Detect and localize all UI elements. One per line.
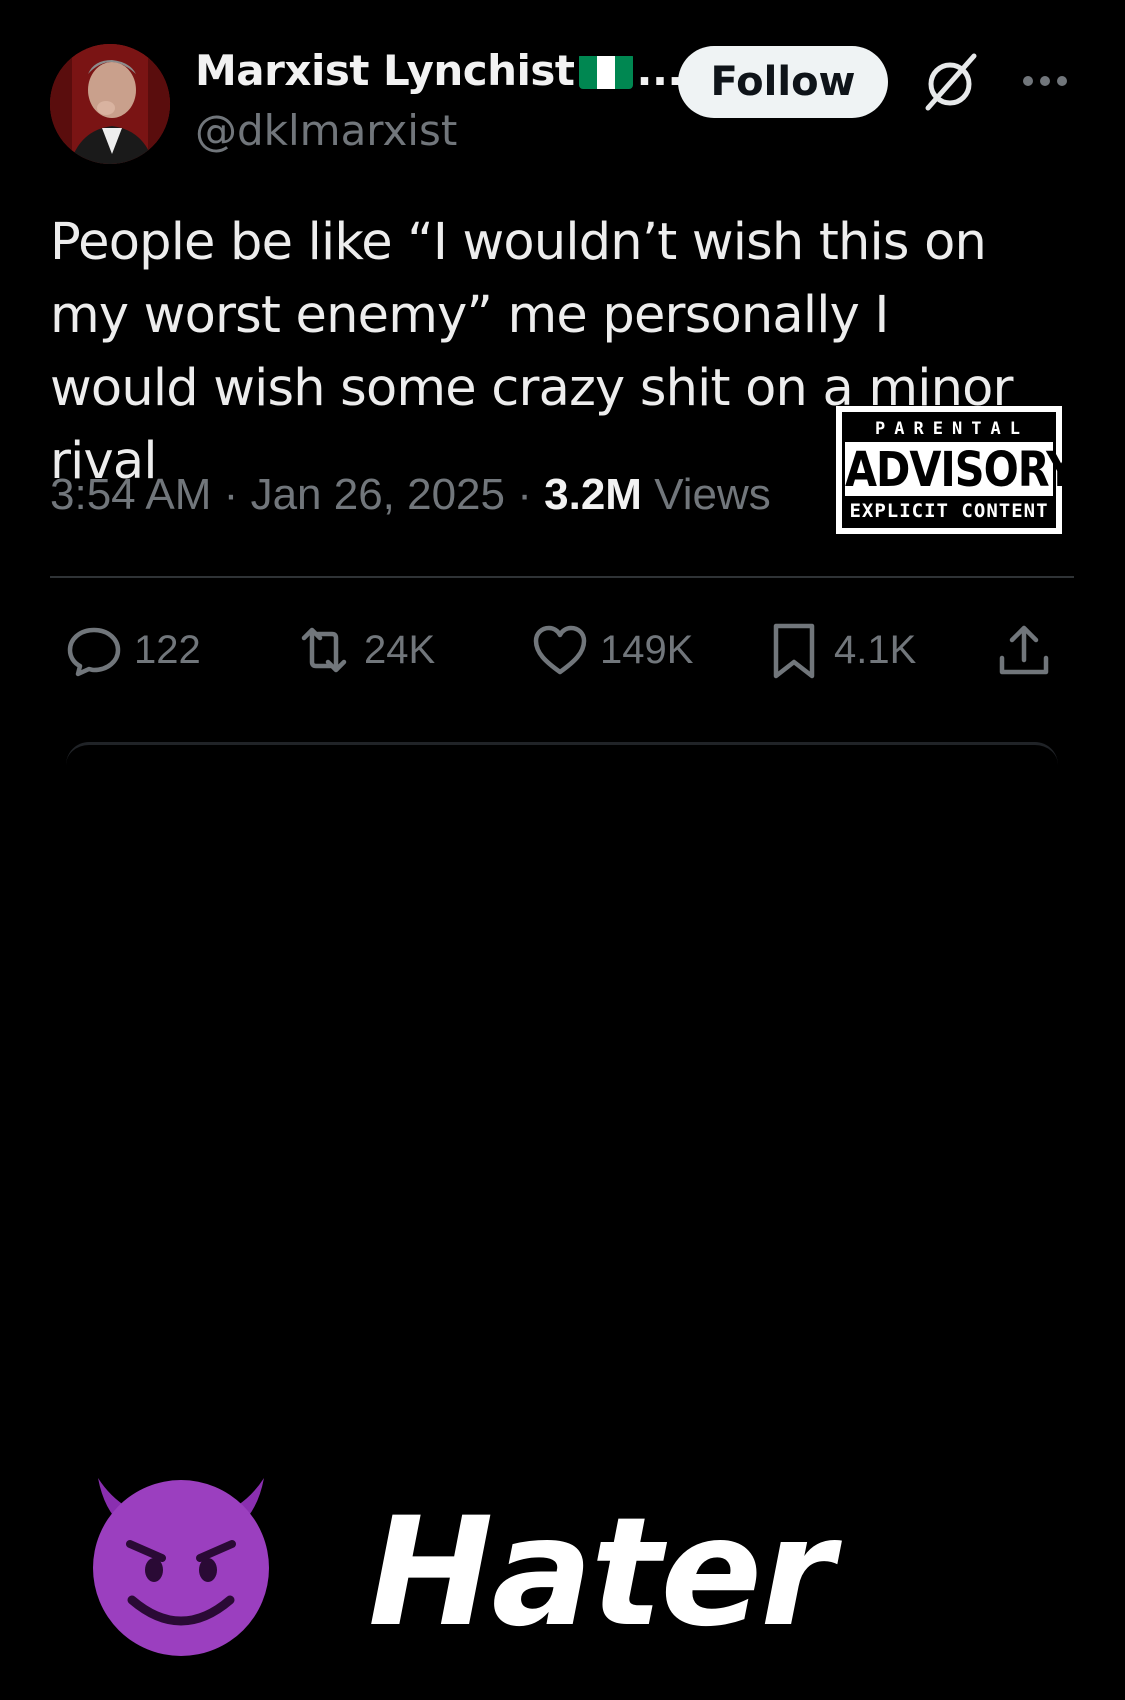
caption-text: Hater	[368, 1486, 834, 1660]
heart-icon	[533, 625, 587, 675]
advisory-middle-text: ADVISORY	[845, 440, 1076, 498]
repost-button[interactable]: 24K	[294, 620, 435, 680]
advisory-top-text: PARENTAL	[845, 415, 1053, 442]
nigeria-flag-icon	[578, 53, 633, 89]
advisory-bottom-text: EXPLICIT CONTENT	[845, 496, 1053, 526]
views-label: Views	[654, 470, 771, 519]
tweet-time[interactable]: 3:54 AM	[50, 470, 211, 519]
display-name-text: Marxist Lynchist	[195, 46, 575, 95]
name-truncation: ...	[636, 46, 684, 95]
reply-icon	[67, 627, 121, 677]
user-handle[interactable]: @dklmarxist	[195, 106, 457, 155]
share-button[interactable]	[994, 620, 1064, 680]
bookmark-button[interactable]: 4.1K	[764, 620, 916, 680]
grok-icon[interactable]	[920, 52, 980, 112]
reply-button[interactable]: 122	[64, 620, 201, 680]
tweet-date[interactable]: Jan 26, 2025	[251, 470, 505, 519]
bookmark-count: 4.1K	[834, 627, 917, 672]
views-count[interactable]: 3.2M	[544, 470, 642, 519]
meta-separator: ·	[223, 470, 239, 519]
embedded-card-edge	[66, 742, 1058, 765]
smiling-devil-icon	[93, 1478, 269, 1656]
tweet-meta: 3:54 AM · Jan 26, 2025 · 3.2M Views	[50, 470, 771, 520]
divider	[50, 576, 1074, 578]
like-count: 149K	[600, 627, 694, 672]
meta-separator-2: ·	[517, 470, 532, 519]
like-button[interactable]: 149K	[530, 620, 693, 680]
display-name[interactable]: Marxist Lynchist...	[195, 46, 683, 95]
more-icon[interactable]	[1022, 74, 1068, 88]
follow-button[interactable]: Follow	[678, 46, 888, 118]
reply-count: 122	[134, 627, 201, 672]
repost-count: 24K	[364, 627, 436, 672]
share-icon	[999, 625, 1049, 675]
bookmark-icon	[773, 623, 815, 679]
parental-advisory-label: PARENTAL ADVISORY EXPLICIT CONTENT	[836, 406, 1076, 534]
avatar[interactable]	[50, 44, 170, 164]
repost-icon	[301, 627, 347, 673]
